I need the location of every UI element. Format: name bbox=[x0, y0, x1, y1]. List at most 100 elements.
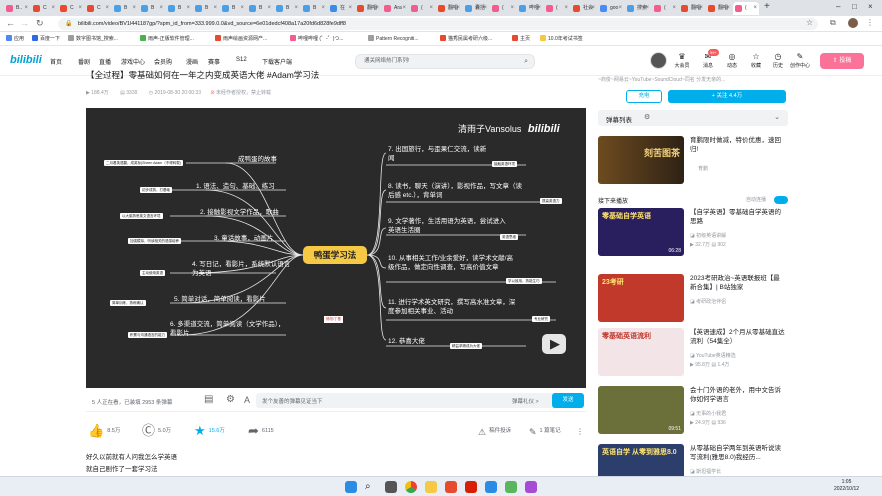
profile-icon[interactable] bbox=[848, 18, 858, 28]
bookmark-item[interactable]: 主页 bbox=[512, 32, 530, 46]
bilibili-logo[interactable]: bilibili bbox=[10, 54, 42, 66]
close-icon[interactable]: × bbox=[429, 2, 433, 15]
browser-tab[interactable]: Ara × bbox=[382, 2, 408, 15]
uploader-name[interactable]: ◪ 斯坦福学长 bbox=[690, 468, 721, 475]
browser-tab[interactable]: goo × bbox=[598, 2, 624, 15]
close-icon[interactable]: × bbox=[564, 2, 568, 15]
nav-item[interactable]: 赛事 bbox=[208, 57, 220, 66]
close-icon[interactable]: × bbox=[618, 2, 622, 15]
bookmark-item[interactable]: 哔哩哔哩 (゜-゜)つ... bbox=[290, 32, 344, 46]
nav-item[interactable]: 下载客户端 bbox=[262, 57, 292, 66]
share-button[interactable]: ➦ 6115 bbox=[248, 424, 274, 438]
recommended-video[interactable]: 零基础自学英语 06:28 【自学英语】零基础自学英语的思路 ◪ 初级英语讲解 ▶ 32… bbox=[598, 208, 788, 258]
nav-item[interactable]: S12 bbox=[236, 57, 247, 63]
menu-icon[interactable]: ⋮ bbox=[866, 18, 874, 27]
clock[interactable]: 1:05 2022/10/12 bbox=[834, 479, 859, 493]
ad-card[interactable]: 刻苦图茶 育鹏限时做减，特价优惠，速回归! 育鹏 bbox=[598, 136, 788, 186]
video-player[interactable]: 清雨子Vansolus bilibili 鸭蛋学习法 成鸭蛋的故事 1. 语法、造… bbox=[86, 108, 586, 388]
chrome-icon[interactable] bbox=[405, 481, 417, 493]
search-input[interactable]: 通关网络热门系列! ⌕ bbox=[355, 54, 535, 69]
browser-tab[interactable]: 翻唱 × bbox=[706, 2, 732, 15]
browser-tab[interactable]: B × bbox=[220, 2, 246, 15]
close-icon[interactable]: × bbox=[105, 2, 109, 15]
header-icon-button[interactable]: ☆ 收藏 bbox=[746, 52, 766, 69]
close-icon[interactable]: × bbox=[78, 2, 82, 15]
browser-tab[interactable]: B × bbox=[247, 2, 273, 15]
nav-item[interactable]: 番剧 bbox=[78, 57, 90, 66]
browser-tab[interactable]: 囊括 × bbox=[463, 2, 489, 15]
chevron-down-icon[interactable]: ⌄ bbox=[774, 113, 780, 121]
bookmark-item[interactable]: 数字图书馆_搜索... bbox=[68, 32, 118, 46]
uploader-name[interactable]: ◪ 考研政治伴侣 bbox=[690, 298, 726, 305]
app-icon[interactable] bbox=[485, 481, 497, 493]
close-icon[interactable]: × bbox=[240, 2, 244, 15]
close-icon[interactable]: × bbox=[537, 2, 541, 15]
video-thumbnail[interactable]: 09:51 bbox=[598, 386, 684, 434]
browser-tab[interactable]: B.. × bbox=[4, 2, 30, 15]
notes-button[interactable]: ✎ 1 篇笔记 bbox=[529, 424, 561, 439]
new-tab-button[interactable]: + bbox=[764, 1, 770, 12]
browser-tab[interactable]: B × bbox=[301, 2, 327, 15]
close-icon[interactable]: × bbox=[483, 2, 487, 15]
extensions-icon[interactable]: ⧉ bbox=[830, 18, 836, 28]
close-icon[interactable]: × bbox=[591, 2, 595, 15]
close-icon[interactable]: × bbox=[348, 2, 352, 15]
browser-tab[interactable]: B × bbox=[166, 2, 192, 15]
header-icon-button[interactable]: ◎ 动态 bbox=[722, 52, 742, 69]
danmaku-toggle-icon[interactable]: ▤ bbox=[204, 394, 213, 405]
bookmark-item[interactable]: Pattern Recogniti... bbox=[368, 32, 419, 46]
browser-tab[interactable]: 在 × bbox=[328, 2, 354, 15]
nav-item[interactable]: 漫画 bbox=[186, 57, 198, 66]
recommended-video[interactable]: 09:51 会十门外语的老外，用中文告诉你如何学语言 ◪ 无事的小我君 ▶ 24.9万… bbox=[598, 386, 788, 436]
close-window-icon[interactable]: × bbox=[868, 2, 873, 11]
close-icon[interactable]: × bbox=[699, 2, 703, 15]
bookmark-item[interactable]: 百度一下 bbox=[32, 32, 60, 46]
app-icon[interactable] bbox=[505, 481, 517, 493]
close-icon[interactable]: × bbox=[456, 2, 460, 15]
bookmark-star-icon[interactable]: ☆ bbox=[806, 18, 813, 27]
send-danmaku-button[interactable]: 发送 bbox=[552, 393, 584, 408]
close-icon[interactable]: × bbox=[375, 2, 379, 15]
close-icon[interactable]: × bbox=[159, 2, 163, 15]
header-icon-button[interactable]: ♛ 大会员 bbox=[672, 52, 692, 69]
video-thumbnail[interactable]: 23考研 bbox=[598, 274, 684, 322]
danmaku-etiquette-link[interactable]: 弹幕礼仪 > bbox=[512, 397, 539, 405]
maximize-icon[interactable]: □ bbox=[852, 2, 857, 11]
follow-button[interactable]: + 关注 4.4万 bbox=[668, 90, 786, 103]
browser-tab[interactable]: 搜索 × bbox=[625, 2, 651, 15]
back-icon[interactable]: ← bbox=[6, 18, 15, 28]
app-icon[interactable] bbox=[445, 481, 457, 493]
browser-tab[interactable]: (× bbox=[733, 2, 759, 15]
close-icon[interactable]: × bbox=[510, 2, 514, 15]
close-icon[interactable]: × bbox=[186, 2, 190, 15]
recommended-video[interactable]: 23考研 2023考研政治~英语联报班【最新合集】| B站独家 ◪ 考研政治伴侣 bbox=[598, 274, 788, 324]
danmaku-input[interactable]: 发个友善的弹幕见证当下 弹幕礼仪 > bbox=[256, 393, 556, 408]
bookmark-item[interactable]: 雨声-正版软件管理... bbox=[140, 32, 194, 46]
uploader-name[interactable]: ◪ 初级英语讲解 bbox=[690, 232, 726, 239]
start-icon[interactable] bbox=[345, 481, 357, 493]
bookmark-item[interactable]: 10.0年考试书签 bbox=[540, 32, 583, 46]
upload-button[interactable]: ⇧ 投稿 bbox=[820, 53, 864, 69]
browser-tab[interactable]: 社会 × bbox=[571, 2, 597, 15]
browser-tab[interactable]: 翻唱 × bbox=[436, 2, 462, 15]
like-button[interactable]: 👍 8.5万 bbox=[88, 424, 120, 438]
close-icon[interactable]: × bbox=[132, 2, 136, 15]
close-icon[interactable]: × bbox=[321, 2, 325, 15]
nav-item[interactable]: 直播 bbox=[99, 57, 111, 66]
browser-tab[interactable]: C × bbox=[85, 2, 111, 15]
url-field[interactable]: 🔒 bilibili.com/video/BV1l441187gp/?spm_i… bbox=[58, 18, 818, 30]
close-icon[interactable]: × bbox=[213, 2, 217, 15]
browser-tab[interactable]: B × bbox=[139, 2, 165, 15]
explorer-icon[interactable] bbox=[425, 481, 437, 493]
close-icon[interactable]: × bbox=[726, 2, 730, 15]
forward-icon[interactable]: → bbox=[20, 18, 29, 28]
close-icon[interactable]: × bbox=[402, 2, 406, 15]
bookmark-item[interactable]: 应用 bbox=[6, 32, 24, 46]
uploader-name[interactable]: ◪ YouTube英语精选 bbox=[690, 352, 736, 359]
danmaku-style-icon[interactable]: A bbox=[244, 395, 250, 405]
danmaku-settings-icon[interactable]: ⚙ bbox=[226, 394, 235, 405]
coin-button[interactable]: Ⓒ 5.0万 bbox=[142, 424, 171, 438]
danmaku-list-settings-icon[interactable]: ⚙ bbox=[644, 113, 650, 121]
browser-tab[interactable]: C × bbox=[31, 2, 57, 15]
close-icon[interactable]: × bbox=[294, 2, 298, 15]
